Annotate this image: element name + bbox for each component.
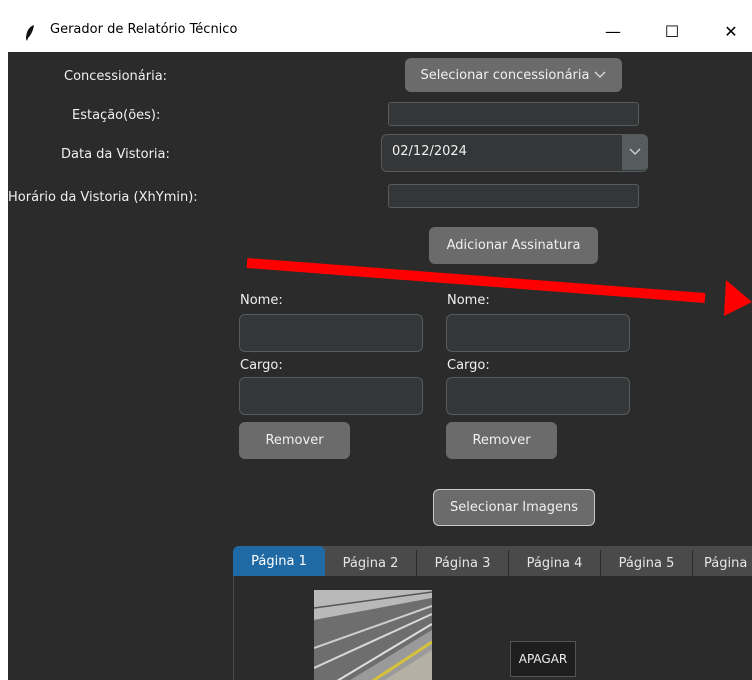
page-tabs: Página 1 Página 2 Página 3 Página 4 Pági…: [233, 546, 752, 576]
tab-pagina-6[interactable]: Página: [693, 550, 752, 576]
horario-label: Horário da Vistoria (XhYmin):: [8, 190, 198, 205]
sig2-cargo-input[interactable]: [446, 377, 630, 415]
concessionaria-value: Selecionar concessionária: [420, 67, 590, 83]
tab-pagina-5[interactable]: Página 5: [601, 550, 692, 576]
close-icon: ✕: [724, 21, 738, 41]
date-dropdown-button[interactable]: [622, 134, 648, 170]
tab-pagina-1[interactable]: Página 1: [233, 546, 325, 576]
tab-pagina-3[interactable]: Página 3: [417, 550, 508, 576]
chevron-down-icon: [595, 71, 606, 78]
horario-input[interactable]: [388, 184, 639, 208]
sig2-nome-label: Nome:: [447, 293, 490, 308]
estacoes-input[interactable]: [388, 102, 639, 126]
railway-photo-thumbnail[interactable]: [314, 590, 432, 680]
sig1-cargo-label: Cargo:: [240, 358, 283, 373]
close-button[interactable]: ✕: [708, 10, 752, 52]
sig1-remove-button[interactable]: Remover: [239, 422, 350, 459]
concessionaria-label: Concessionária:: [64, 69, 168, 84]
data-label: Data da Vistoria:: [61, 147, 170, 162]
add-signature-button[interactable]: Adicionar Assinatura: [429, 227, 598, 264]
app-body: Concessionária: Selecionar concessionári…: [8, 52, 752, 680]
minimize-icon: —: [605, 21, 621, 41]
data-vistoria-combobox[interactable]: 02/12/2024: [381, 134, 648, 172]
title-bar: Gerador de Relatório Técnico — ☐ ✕: [8, 10, 752, 52]
select-images-button[interactable]: Selecionar Imagens: [433, 489, 595, 526]
maximize-icon: ☐: [664, 21, 680, 41]
feather-icon: [26, 25, 34, 41]
sig1-cargo-input[interactable]: [239, 377, 423, 415]
estacoes-label: Estação(ões):: [72, 108, 161, 123]
maximize-button[interactable]: ☐: [649, 10, 695, 52]
sig1-nome-input[interactable]: [239, 314, 423, 352]
sig2-remove-button[interactable]: Remover: [446, 422, 557, 459]
sig1-nome-label: Nome:: [240, 293, 283, 308]
sig2-cargo-label: Cargo:: [447, 358, 490, 373]
data-vistoria-value: 02/12/2024: [392, 144, 467, 159]
minimize-button[interactable]: —: [590, 10, 636, 52]
delete-image-button[interactable]: APAGAR: [510, 641, 576, 677]
tab-pagina-2[interactable]: Página 2: [325, 550, 416, 576]
sig2-nome-input[interactable]: [446, 314, 630, 352]
window-title: Gerador de Relatório Técnico: [50, 22, 238, 37]
tab-pagina-4[interactable]: Página 4: [509, 550, 600, 576]
tab-panel: APAGAR: [233, 576, 752, 680]
concessionaria-dropdown[interactable]: Selecionar concessionária: [405, 58, 622, 92]
chevron-down-icon: [629, 148, 641, 155]
